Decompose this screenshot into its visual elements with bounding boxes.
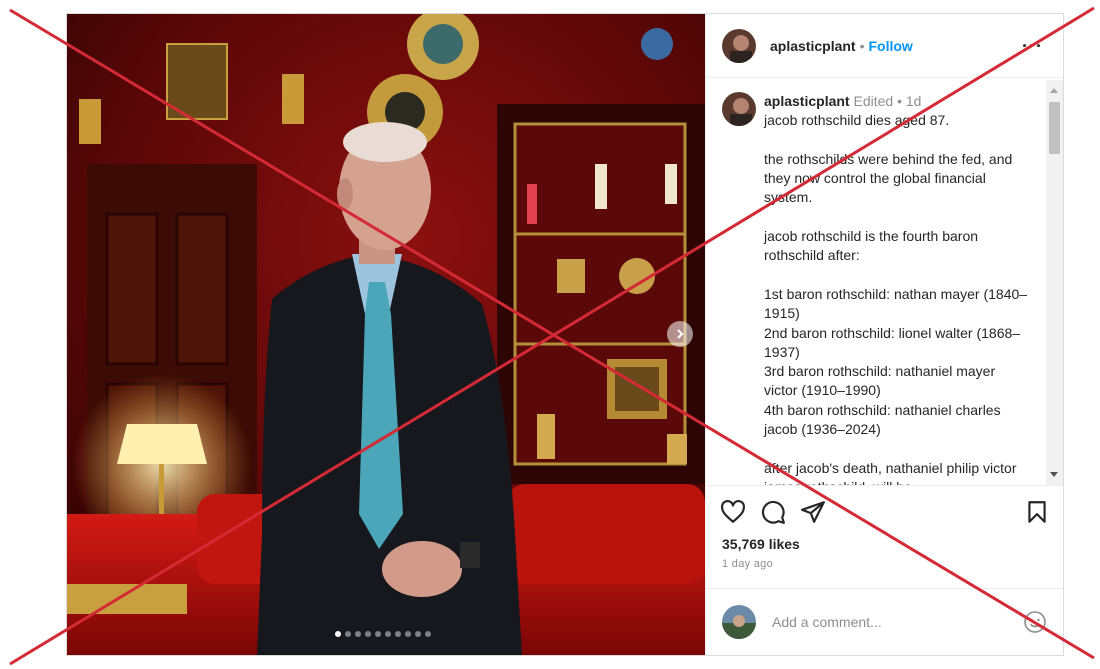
post-timestamp[interactable]: 1 day ago [722, 558, 773, 570]
separator-dot: • [897, 93, 902, 109]
chevron-right-icon [677, 329, 684, 339]
caption-text: jacob rothschild dies aged 87. the roths… [764, 112, 1028, 485]
comment-input[interactable] [770, 613, 1023, 631]
post-side-panel: aplasticplant • Follow ··· aplasticplant [705, 14, 1063, 655]
separator-dot: • [859, 37, 865, 54]
scroll-down-arrow[interactable] [1050, 472, 1058, 477]
avatar[interactable] [722, 92, 756, 126]
action-bar [720, 499, 1050, 529]
caption-scrollbar[interactable] [1046, 80, 1063, 485]
caption-time[interactable]: 1d [906, 93, 922, 109]
carousel-indicator [335, 631, 431, 637]
caption-username[interactable]: aplasticplant [764, 93, 850, 109]
username-link[interactable]: aplasticplant [770, 38, 856, 54]
carousel-dot [405, 631, 411, 637]
carousel-dot [335, 631, 341, 637]
carousel-dot [365, 631, 371, 637]
comment-icon[interactable] [760, 499, 786, 525]
heart-icon[interactable] [720, 499, 746, 525]
carousel-dot [355, 631, 361, 637]
photo-scene-image [67, 14, 705, 655]
carousel-dot [375, 631, 381, 637]
caption-scroll-area[interactable]: aplasticplant Edited • 1d jacob rothschi… [706, 80, 1063, 486]
follow-button[interactable]: Follow [869, 38, 913, 54]
caption-comment: aplasticplant Edited • 1d jacob rothschi… [706, 80, 1063, 485]
next-photo-button[interactable] [667, 321, 693, 347]
scrollbar-thumb[interactable] [1049, 102, 1060, 154]
avatar-image [722, 605, 756, 639]
paper-plane-icon[interactable] [800, 499, 826, 525]
bookmark-icon[interactable] [1024, 499, 1050, 525]
likes-count[interactable]: 35,769 likes [722, 536, 800, 552]
carousel-dot [425, 631, 431, 637]
carousel-dot [415, 631, 421, 637]
scroll-up-arrow[interactable] [1050, 88, 1058, 93]
comment-bar [706, 588, 1063, 655]
avatar[interactable] [722, 28, 756, 63]
carousel-dot [345, 631, 351, 637]
more-options-button[interactable]: ··· [1022, 36, 1043, 57]
commenter-avatar [722, 605, 756, 639]
post-header: aplasticplant • Follow ··· [706, 14, 1063, 78]
instagram-post: aplasticplant • Follow ··· aplasticplant [66, 13, 1064, 656]
carousel-dot [395, 631, 401, 637]
smiley-icon[interactable] [1023, 610, 1047, 634]
caption-meta: aplasticplant Edited • 1d [764, 92, 1030, 111]
avatar-image [722, 28, 756, 63]
avatar-image [722, 92, 756, 126]
caption-body: aplasticplant Edited • 1d jacob rothschi… [764, 92, 1030, 485]
carousel-dot [385, 631, 391, 637]
post-photo[interactable] [67, 14, 705, 655]
edited-label: Edited [853, 93, 894, 109]
